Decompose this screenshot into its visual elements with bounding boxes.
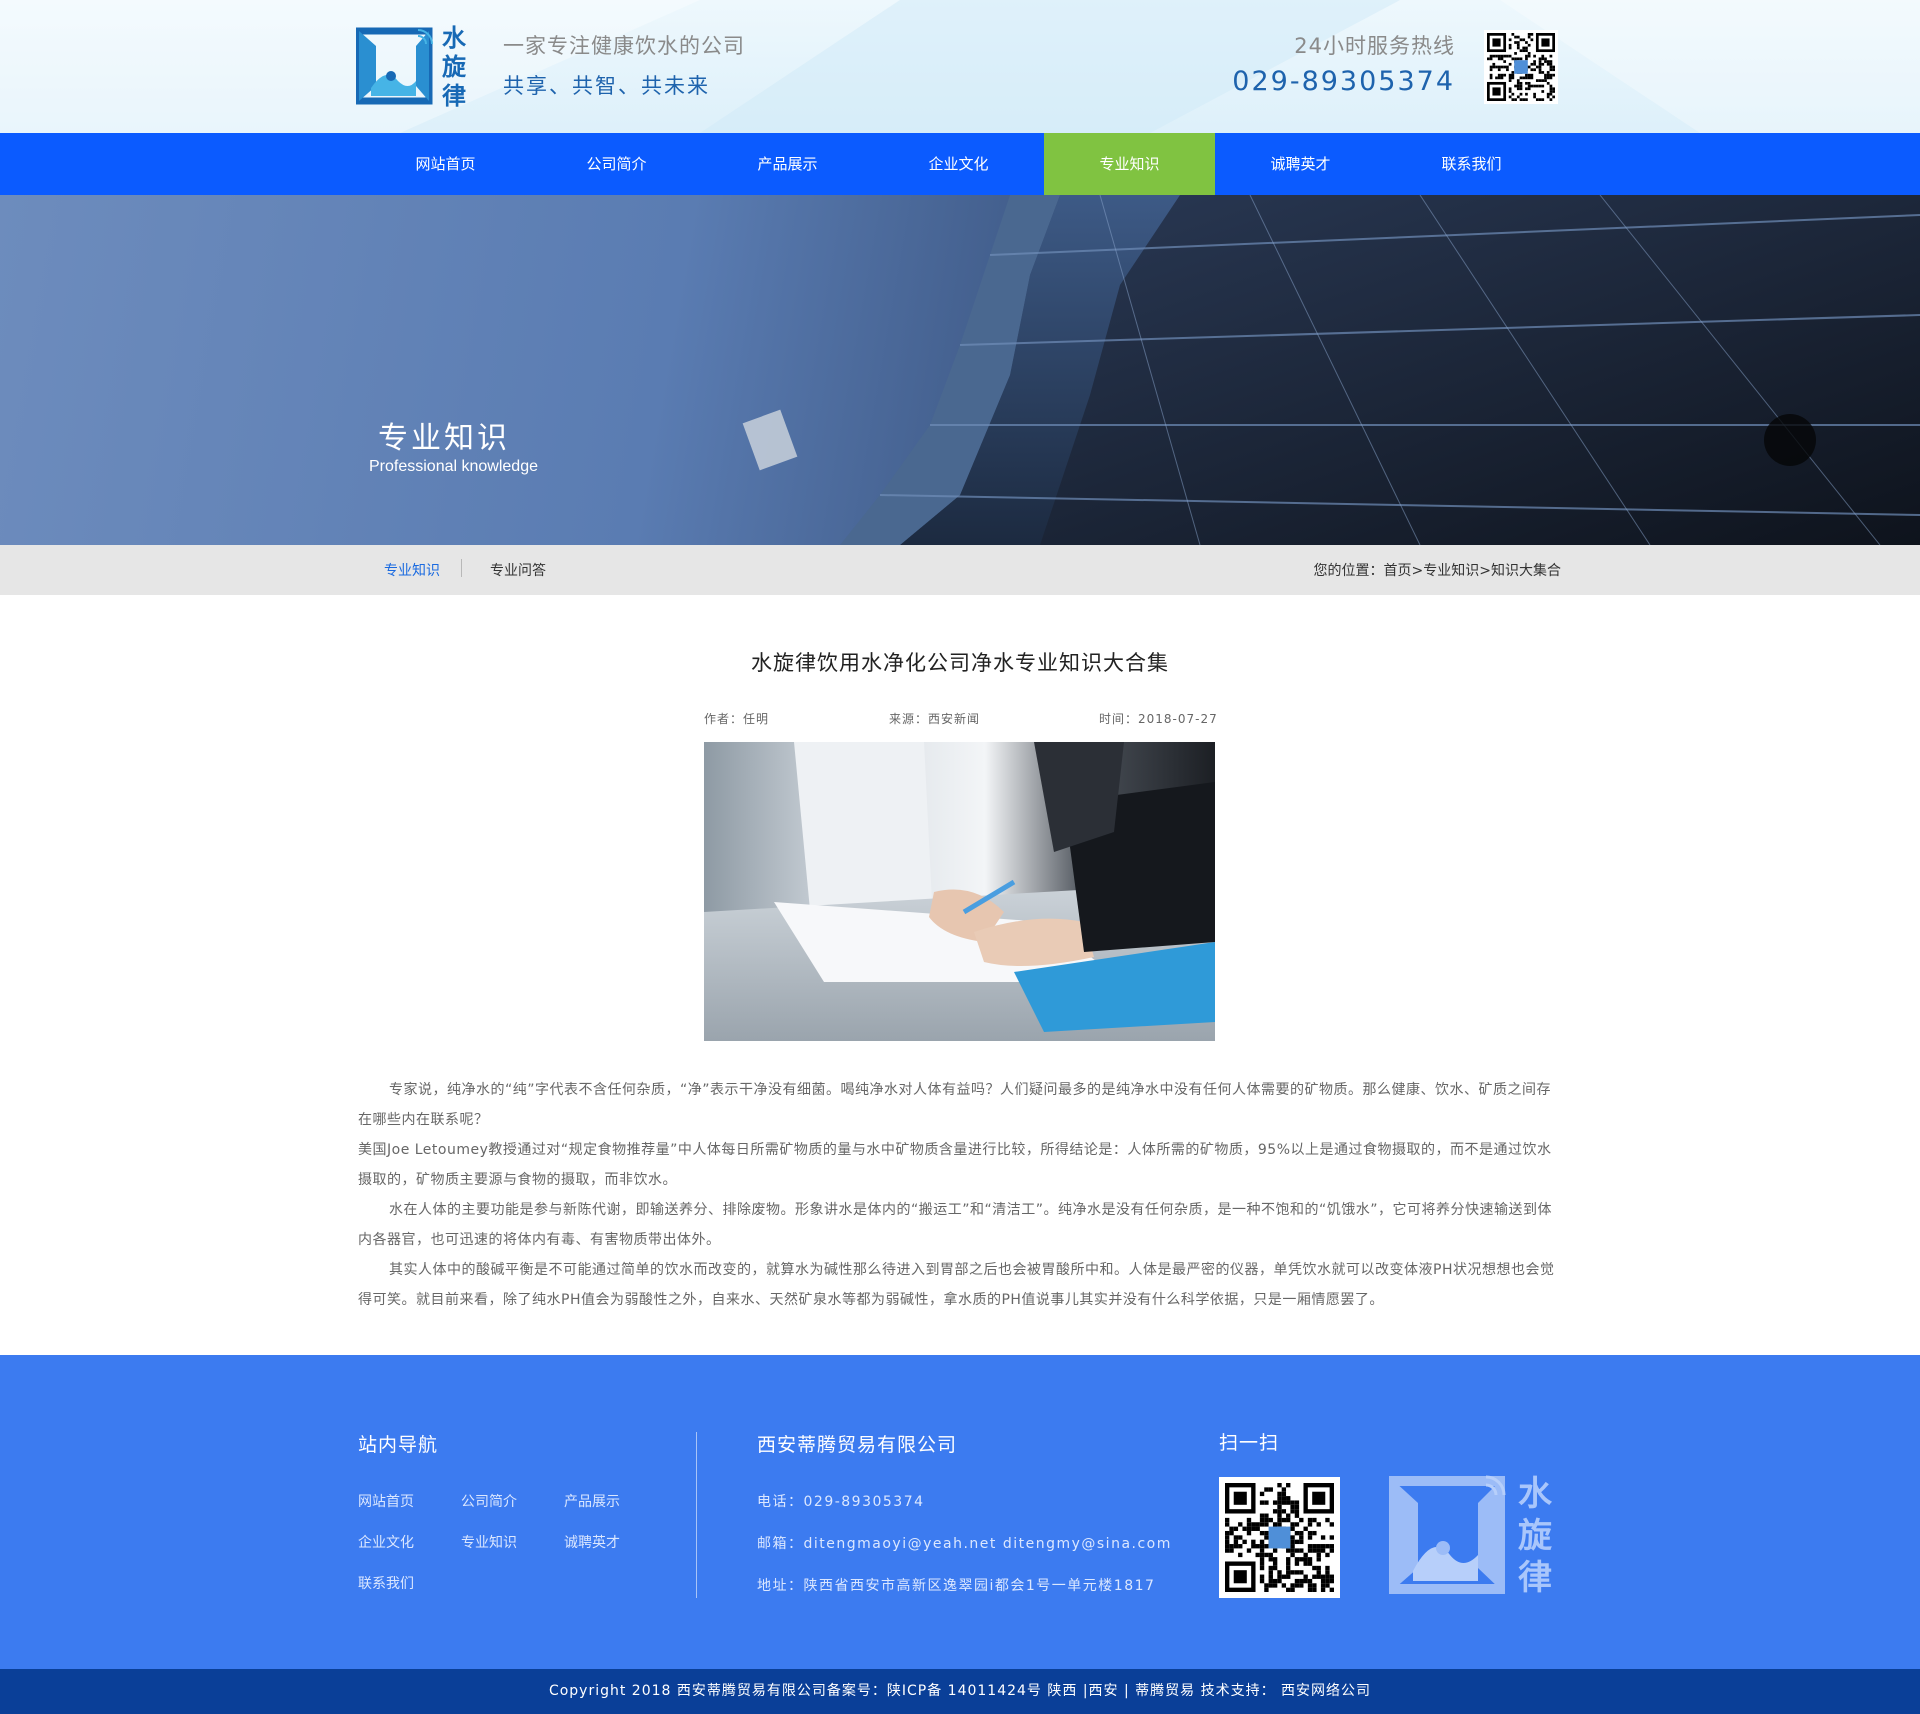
article-author: 作者：任明 xyxy=(704,712,770,726)
article-photo xyxy=(704,742,1215,1041)
article-title: 水旋律饮用水净化公司净水专业知识大合集 xyxy=(751,651,1169,675)
footer-address: 地址：陕西省西安市高新区逸翠园i都会1号一单元楼1817 xyxy=(757,1578,1156,1594)
footer-link-home[interactable]: 网站首页 xyxy=(358,1491,414,1511)
main-navigation: 网站首页 公司简介 产品展示 企业文化 专业知识 诚聘英才 联系我们 xyxy=(0,133,1920,195)
article-paragraph: 其实人体中的酸碱平衡是不可能通过简单的饮水而改变的，就算水为碱性那么待进入到胃部… xyxy=(358,1262,1555,1308)
nav-item-careers[interactable]: 诚聘英才 xyxy=(1215,133,1386,195)
footer-divider xyxy=(696,1432,697,1598)
article-section: 水旋律饮用水净化公司净水专业知识大合集 作者：任明 来源：西安新闻 时间：201… xyxy=(0,595,1920,1355)
nav-item-home[interactable]: 网站首页 xyxy=(360,133,531,195)
article-date: 时间：2018-07-27 xyxy=(1099,712,1218,726)
logo-char: 水 xyxy=(442,24,466,52)
banner-building-image xyxy=(742,195,1920,545)
footer-qr-code-icon xyxy=(1219,1477,1340,1598)
footer-link-products[interactable]: 产品展示 xyxy=(564,1491,620,1511)
slogan-line-1: 一家专注健康饮水的公司 xyxy=(503,34,745,58)
nav-item-culture[interactable]: 企业文化 xyxy=(873,133,1044,195)
footer-link-contact[interactable]: 联系我们 xyxy=(358,1573,414,1593)
logo-char: 律 xyxy=(442,82,466,110)
footer-nav-title: 站内导航 xyxy=(358,1434,439,1456)
site-header: 水 旋 律 一家专注健康饮水的公司 共享、共智、共未来 24小时服务热线 029… xyxy=(0,0,1920,133)
nav-item-contact[interactable]: 联系我们 xyxy=(1386,133,1557,195)
article-paragraph: 水在人体的主要功能是参与新陈代谢，即输送养分、排除废物。形象讲水是体内的“搬运工… xyxy=(358,1202,1553,1248)
nav-item-knowledge[interactable]: 专业知识 xyxy=(1044,133,1215,195)
footer-company-name: 西安蒂腾贸易有限公司 xyxy=(757,1434,958,1456)
footer-logo-char: 水 xyxy=(1518,1474,1552,1514)
nav-item-products[interactable]: 产品展示 xyxy=(702,133,873,195)
hotline-label: 24小时服务热线 xyxy=(1294,34,1455,58)
article-paragraph: 专家说，纯净水的“纯”字代表不含任何杂质，“净”表示干净没有细菌。喝纯净水对人体… xyxy=(358,1082,1552,1128)
slogan-line-2: 共享、共智、共未来 xyxy=(503,74,710,98)
article-body: 专家说，纯净水的“纯”字代表不含任何杂质，“净”表示干净没有细菌。喝纯净水对人体… xyxy=(358,1075,1562,1315)
header-qr-code-icon xyxy=(1484,30,1558,104)
article-source: 来源：西安新闻 xyxy=(889,712,981,726)
breadcrumb[interactable]: 您的位置：首页>专业知识>知识大集合 xyxy=(1314,560,1561,580)
hotline-number: 029-89305374 xyxy=(1232,66,1455,97)
footer-link-careers[interactable]: 诚聘英才 xyxy=(564,1532,620,1552)
subtab-divider xyxy=(461,559,462,577)
footer-link-culture[interactable]: 企业文化 xyxy=(358,1532,414,1552)
logo-char: 旋 xyxy=(442,53,466,81)
site-footer: 站内导航 网站首页 公司简介 产品展示 企业文化 专业知识 诚聘英才 联系我们 … xyxy=(0,1355,1920,1669)
page-banner: 专业知识 Professional knowledge xyxy=(0,195,1920,545)
subtab-qa[interactable]: 专业问答 xyxy=(490,560,546,580)
footer-email: 邮箱：ditengmaoyi@yeah.net ditengmy@sina.co… xyxy=(757,1536,1172,1552)
footer-logo-char: 律 xyxy=(1518,1558,1552,1598)
copyright-bar: Copyright 2018 西安蒂腾贸易有限公司备案号：陕ICP备 14011… xyxy=(0,1669,1920,1714)
banner-title: 专业知识 xyxy=(378,421,510,456)
footer-logo-icon xyxy=(1389,1475,1506,1594)
nav-list: 网站首页 公司简介 产品展示 企业文化 专业知识 诚聘英才 联系我们 xyxy=(360,133,1920,195)
header-background-decoration xyxy=(0,0,1920,133)
brand-logo-text: 水 旋 律 xyxy=(442,24,472,111)
sub-navigation-bar: 专业知识 专业问答 您的位置：首页>专业知识>知识大集合 xyxy=(0,545,1920,595)
footer-brand-logo: 水 旋 律 xyxy=(1388,1473,1563,1598)
subtab-knowledge[interactable]: 专业知识 xyxy=(384,560,440,580)
footer-phone: 电话：029-89305374 xyxy=(757,1494,925,1510)
footer-logo-text: 水 旋 律 xyxy=(1518,1473,1552,1599)
footer-scan-title: 扫一扫 xyxy=(1219,1432,1280,1454)
footer-link-knowledge[interactable]: 专业知识 xyxy=(461,1532,517,1552)
nav-item-about[interactable]: 公司简介 xyxy=(531,133,702,195)
banner-subtitle: Professional knowledge xyxy=(369,458,538,475)
footer-link-about[interactable]: 公司简介 xyxy=(461,1491,517,1511)
article-paragraph: 美国Joe Letoumey教授通过对“规定食物推荐量”中人体每日所需矿物质的量… xyxy=(358,1142,1552,1188)
footer-logo-char: 旋 xyxy=(1518,1516,1552,1556)
